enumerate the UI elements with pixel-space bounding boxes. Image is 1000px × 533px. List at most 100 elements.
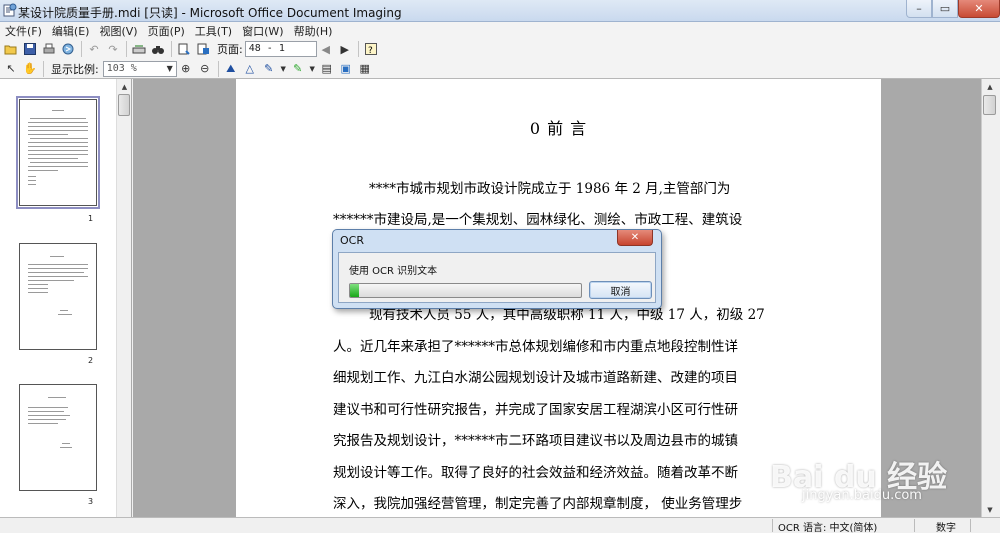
zoom-in-icon: ⊕ — [181, 62, 191, 75]
printer-icon — [43, 43, 55, 54]
svg-text:?: ? — [368, 46, 373, 56]
highlighter-icon: ✎ — [293, 62, 303, 75]
page-label: 页面: — [217, 43, 243, 56]
rotate-button[interactable] — [175, 40, 193, 58]
zoom-in-button[interactable]: ⊕ — [177, 60, 195, 78]
rectangle-tool-button[interactable]: ▦ — [356, 60, 374, 78]
pan-tool-button[interactable]: ✋ — [21, 60, 39, 78]
menu-file[interactable]: 文件(F) — [0, 23, 47, 39]
menu-page[interactable]: 页面(P) — [143, 23, 190, 39]
text-line: 细规划工作、九江白水湖公园规划设计及城市道路新建、改建的项目 — [333, 370, 738, 386]
chevron-down-icon: ▼ — [280, 64, 286, 73]
scrollbar-thumb[interactable] — [983, 95, 996, 115]
save-button[interactable] — [21, 40, 39, 58]
dialog-title: OCR — [340, 234, 364, 247]
thumbnail-number: 2 — [88, 356, 94, 365]
dialog-body: 使用 OCR 识别文本 取消 — [338, 252, 656, 303]
mountain-outline-icon: △ — [245, 62, 254, 75]
redo-icon: ↷ — [108, 42, 118, 56]
toolbar-separator — [357, 41, 359, 57]
document-scrollbar[interactable]: ▲ ▼ — [981, 79, 998, 517]
page-number-input[interactable]: 48 - 1 — [244, 41, 317, 57]
watermark-url: jingyan.baidu.com — [802, 488, 922, 503]
highlighter-tool-button[interactable]: ✎ — [289, 60, 307, 78]
page-thumbnail-2[interactable] — [19, 243, 97, 350]
find-button[interactable] — [149, 40, 167, 58]
picture-icon: ▣ — [340, 62, 351, 75]
text-line: ******市建设局,是一个集规划、园林绿化、测绘、市政工程、建筑设 — [333, 212, 743, 228]
scan-button[interactable] — [130, 40, 148, 58]
binoculars-icon — [152, 46, 164, 54]
page-thumbnail-3[interactable] — [19, 384, 97, 491]
previous-page-button[interactable]: ◀ — [317, 40, 335, 58]
pen-dropdown-button[interactable]: ▼ — [279, 60, 288, 78]
thumbnail-number: 1 — [88, 214, 94, 223]
close-icon: ✕ — [630, 232, 640, 243]
baidu-watermark: Bai du 经验 jingyan.baidu.com — [770, 452, 970, 508]
ocr-progress-bar — [349, 283, 582, 298]
minimize-button[interactable]: – — [906, 0, 932, 18]
thumbnail-scrollbar[interactable]: ▲ — [116, 79, 131, 517]
send-button[interactable] — [59, 40, 77, 58]
select-tool-button[interactable]: ↖ — [2, 60, 20, 78]
insert-picture-button[interactable]: ▣ — [337, 60, 355, 78]
cursor-arrow-icon: ↖ — [6, 62, 16, 75]
toolbar-separator — [217, 60, 219, 77]
scanner-icon — [132, 45, 146, 54]
cancel-button[interactable]: 取消 — [589, 281, 652, 299]
next-page-button[interactable]: ▶ — [336, 40, 354, 58]
print-button[interactable] — [40, 40, 58, 58]
toolbar-separator — [81, 41, 82, 57]
open-button[interactable] — [2, 40, 20, 58]
zoom-label: 显示比例: — [51, 62, 99, 76]
close-button[interactable]: ✕ — [958, 0, 1000, 18]
scroll-down-icon[interactable]: ▼ — [982, 502, 998, 517]
recognize-button[interactable] — [194, 40, 212, 58]
page-title: 0 前 言 — [529, 119, 588, 138]
pen-tool-button[interactable]: ✎ — [260, 60, 278, 78]
zoom-dropdown[interactable]: 103 % ▼ — [102, 60, 177, 77]
status-bar: OCR 语言: 中文(简体) 数字 — [0, 517, 1000, 533]
ocr-language-status: OCR 语言: 中文(简体) — [778, 523, 878, 533]
text-line: ****市城市规划市政设计院成立于 1986 年 2 月,主管部门为 — [369, 181, 731, 197]
menu-help[interactable]: 帮助(H) — [289, 23, 338, 39]
scroll-up-icon[interactable]: ▲ — [982, 79, 998, 94]
maximize-button[interactable]: ▭ — [932, 0, 958, 18]
text-line: 究报告及规划设计，******市二环路项目建议书以及周边县市的城镇 — [333, 433, 738, 449]
menu-window[interactable]: 窗口(W) — [237, 23, 288, 39]
help-button[interactable]: ? — [362, 40, 380, 58]
toolbar-separator — [43, 60, 44, 77]
page-thumbnail-1[interactable] — [16, 96, 100, 209]
zoom-out-button[interactable]: ⊖ — [196, 60, 214, 78]
standard-toolbar: ↶ ↷ 页面: 48 - 1 ◀ ▶ ? — [0, 39, 1000, 59]
title-bar: 某设计院质量手册.mdi [只读] - Microsoft Office Doc… — [0, 0, 1000, 22]
menu-tools[interactable]: 工具(T) — [190, 23, 237, 39]
menu-view[interactable]: 视图(V) — [94, 23, 142, 39]
undo-icon: ↶ — [89, 42, 99, 56]
text-line: 规划设计等工作。取得了良好的社会效益和经济效益。随着改革不断 — [333, 465, 738, 481]
menu-edit[interactable]: 编辑(E) — [47, 23, 95, 39]
image-tool-button-1[interactable]: ⛰ — [222, 60, 240, 78]
text-box-button[interactable]: ▤ — [318, 60, 336, 78]
redo-button[interactable]: ↷ — [104, 40, 122, 58]
annotation-toolbar: ↖ ✋ 显示比例: 103 % ▼ ⊕ ⊖ ⛰ △ ✎ ▼ ✎ ▼ ▤ ▣ ▦ — [0, 59, 1000, 79]
num-lock-status: 数字 — [936, 523, 956, 533]
image-tool-button-2[interactable]: △ — [241, 60, 259, 78]
scrollbar-thumb[interactable] — [118, 94, 130, 116]
rectangle-icon: ▦ — [359, 62, 370, 75]
text-line: 建议书和可行性研究报告，并完成了国家安居工程湖滨小区可行性研 — [333, 402, 738, 418]
maximize-icon: ▭ — [939, 2, 951, 15]
menu-bar: 文件(F) 编辑(E) 视图(V) 页面(P) 工具(T) 窗口(W) 帮助(H… — [0, 22, 1000, 39]
dialog-message: 使用 OCR 识别文本 — [349, 266, 438, 277]
thumbnail-pane: 1 2 3 ▲ — [0, 79, 132, 517]
floppy-disk-icon — [24, 43, 36, 55]
hand-icon: ✋ — [23, 62, 37, 75]
send-icon — [62, 43, 74, 55]
chevron-down-icon: ▼ — [309, 64, 315, 73]
thumbnail-number: 3 — [88, 497, 94, 506]
undo-button[interactable]: ↶ — [85, 40, 103, 58]
chevron-down-icon: ▼ — [166, 64, 173, 73]
dialog-close-button[interactable]: ✕ — [617, 230, 653, 246]
highlighter-dropdown-button[interactable]: ▼ — [308, 60, 317, 78]
scroll-up-icon[interactable]: ▲ — [117, 79, 131, 94]
